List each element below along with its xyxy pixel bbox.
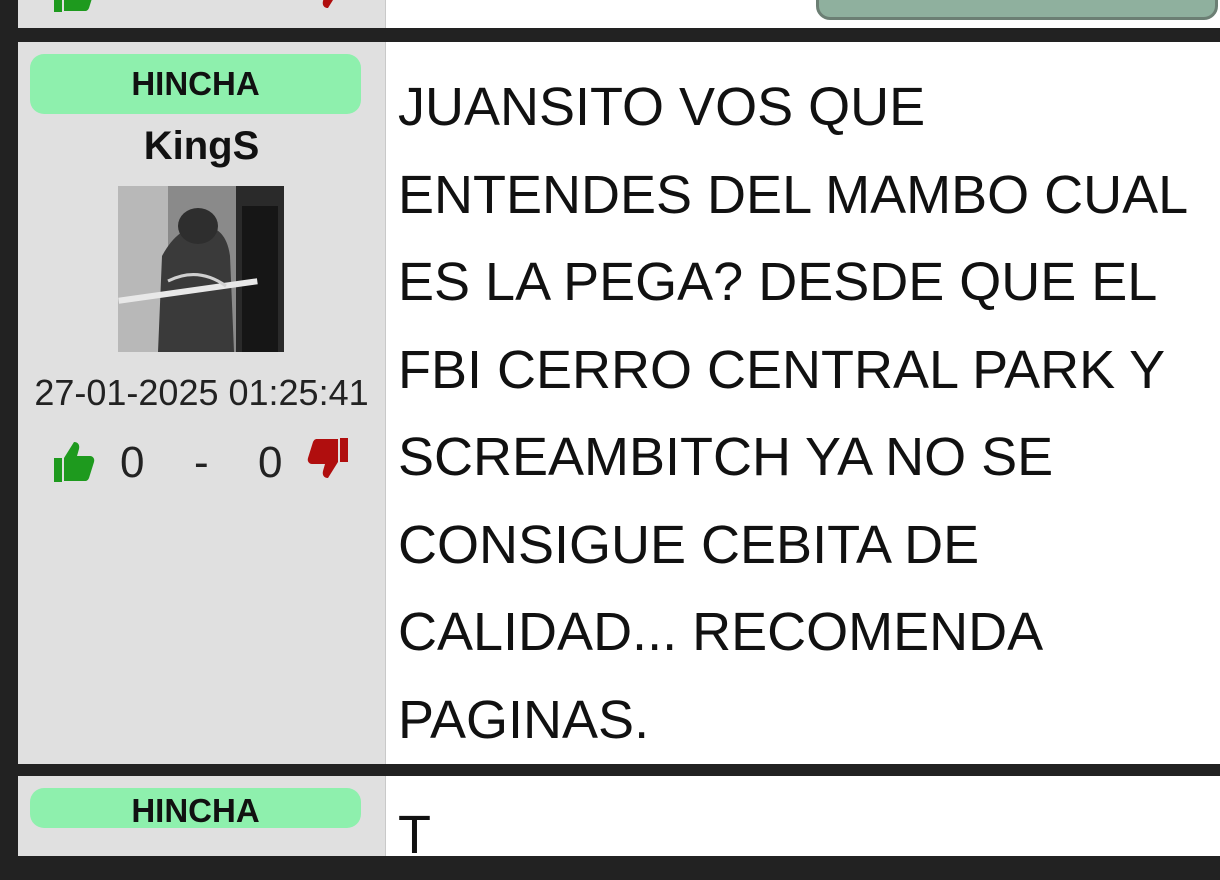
vote-bar: 0 - 0 (18, 438, 385, 488)
upvote-count: 0 (120, 438, 145, 487)
username-link[interactable]: KingS (18, 124, 385, 169)
thumbs-up-icon[interactable] (50, 0, 96, 14)
reply-button[interactable] (816, 0, 1218, 20)
post-previous (18, 0, 1220, 28)
post: HINCHA KingS 27-01-2025 01:25:41 0 - 0 J… (18, 42, 1220, 764)
avatar[interactable] (118, 186, 284, 352)
post-timestamp: 27-01-2025 01:25:41 (34, 372, 369, 413)
post-sidebar: HINCHA (18, 776, 386, 856)
thumbs-down-icon[interactable] (306, 436, 352, 482)
rank-badge: HINCHA (30, 54, 361, 114)
post-next: HINCHA T (18, 776, 1220, 865)
post-content: JUANSITO VOS QUE ENTENDES DEL MAMBO CUAL… (386, 42, 1220, 764)
thumbs-up-icon[interactable] (50, 438, 96, 484)
downvote-count: 0 (258, 438, 283, 487)
post-content (386, 0, 1220, 28)
thumbs-down-icon[interactable] (306, 0, 352, 12)
post-sidebar (18, 0, 386, 28)
rank-badge: HINCHA (30, 788, 361, 828)
vote-separator: - (194, 438, 209, 487)
post-body: JUANSITO VOS QUE ENTENDES DEL MAMBO CUAL… (398, 77, 1187, 750)
post-body: T (398, 805, 431, 865)
post-content: T (386, 776, 1220, 865)
post-sidebar: HINCHA KingS 27-01-2025 01:25:41 0 - 0 (18, 42, 386, 764)
